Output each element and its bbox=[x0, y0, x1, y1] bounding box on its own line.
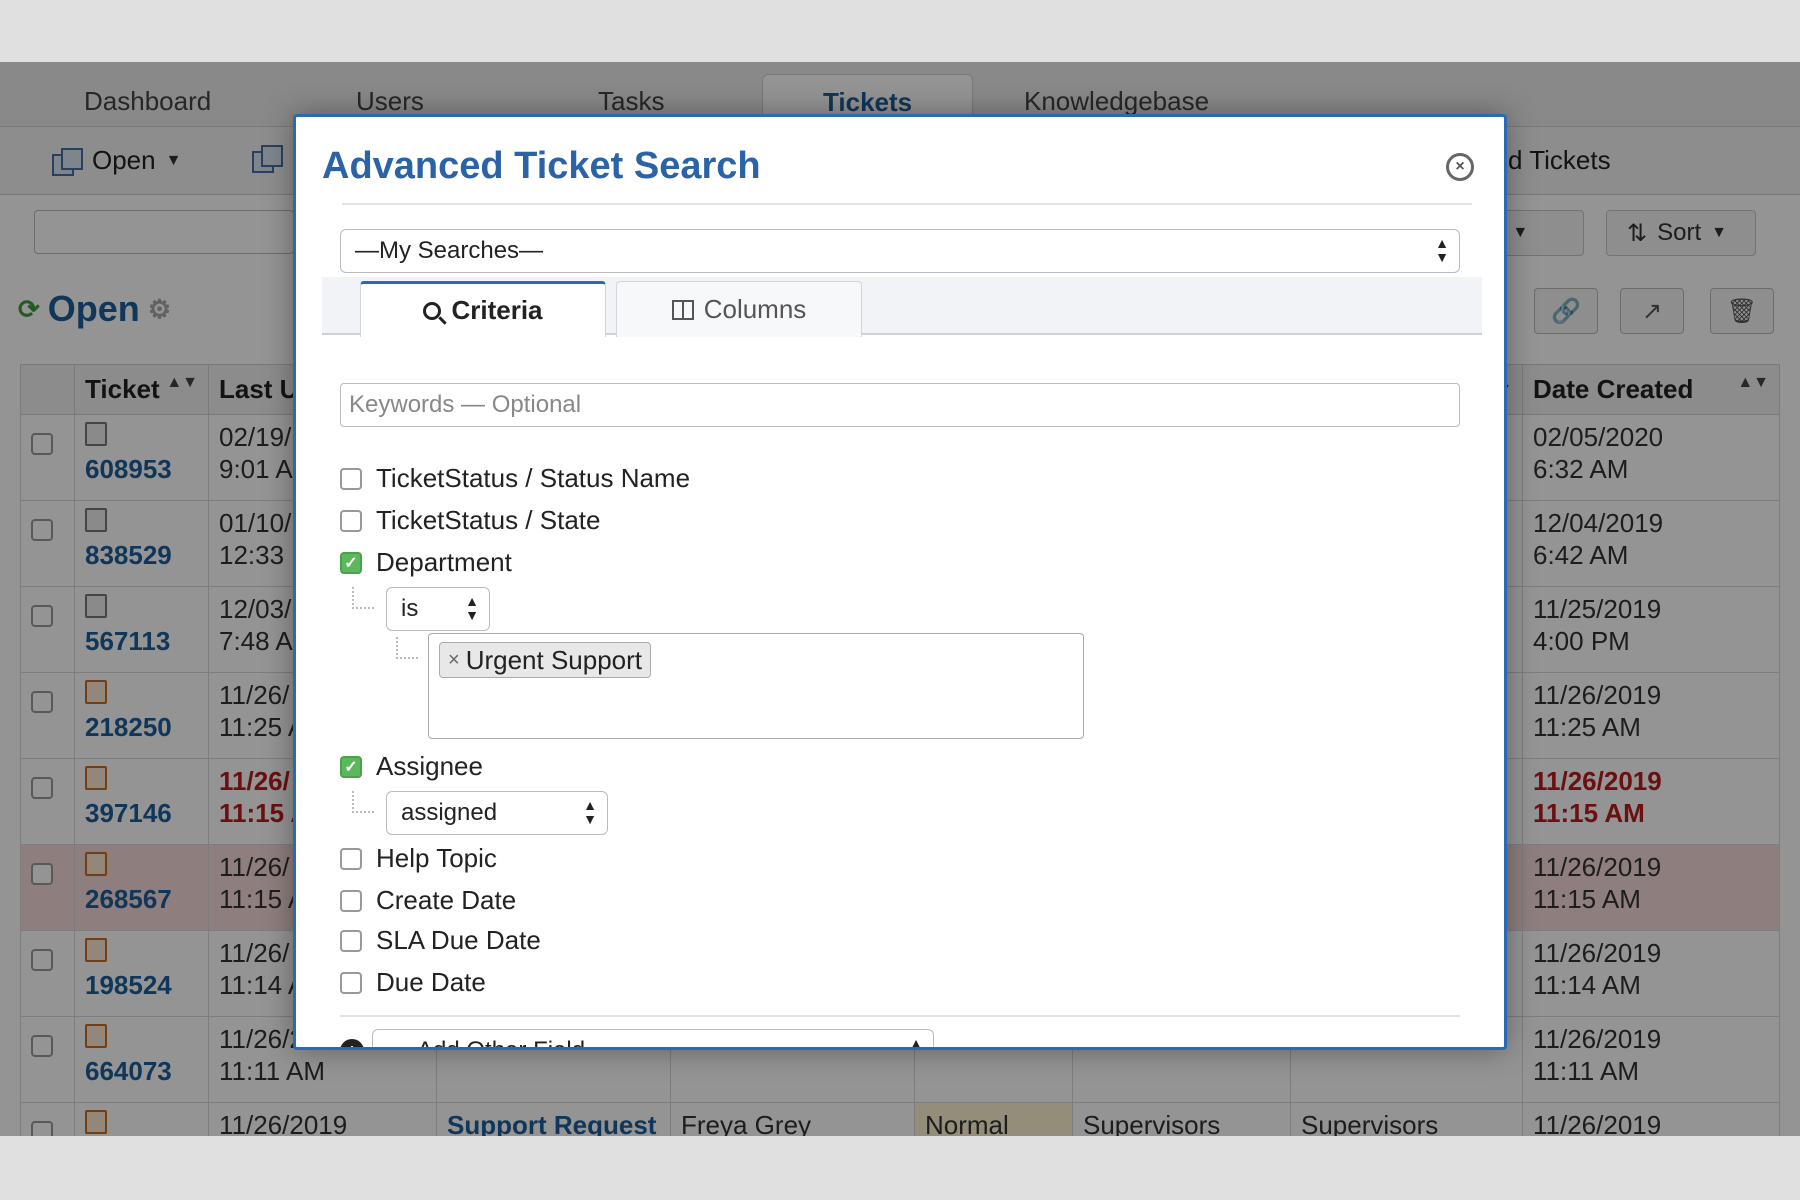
criteria-checkbox[interactable] bbox=[340, 509, 362, 532]
criteria-sla-due-date[interactable]: SLA Due Date bbox=[340, 925, 541, 956]
criteria-department[interactable]: ✓ Department bbox=[340, 547, 512, 578]
criteria-checkbox[interactable] bbox=[340, 889, 362, 912]
advanced-search-dialog: Advanced Ticket Search × —My Searches— ▲… bbox=[293, 114, 1507, 1050]
tab-columns[interactable]: Columns bbox=[616, 281, 862, 337]
selected-tag: × Urgent Support bbox=[439, 642, 652, 678]
criteria-assignee[interactable]: ✓ Assignee bbox=[340, 751, 483, 782]
criteria-checkbox[interactable] bbox=[340, 467, 362, 490]
divider bbox=[340, 1015, 1460, 1017]
criteria-checkbox[interactable]: ✓ bbox=[340, 551, 362, 574]
criteria-label: TicketStatus / State bbox=[376, 505, 601, 535]
department-operator-select[interactable]: is ▲ ▼ bbox=[386, 587, 490, 631]
columns-icon bbox=[671, 299, 694, 320]
app-stage: Dashboard Users Tasks Tickets Knowledgeb… bbox=[0, 62, 1800, 1136]
criteria-checkbox[interactable] bbox=[340, 929, 362, 952]
keywords-input[interactable] bbox=[340, 383, 1460, 427]
tree-connector bbox=[352, 587, 374, 609]
my-searches-select[interactable]: —My Searches— ▲ ▼ bbox=[340, 229, 1460, 273]
criteria-label: Department bbox=[376, 547, 512, 577]
dialog-title: Advanced Ticket Search bbox=[322, 145, 761, 187]
criteria-checkbox[interactable] bbox=[340, 847, 362, 870]
tab-criteria[interactable]: Criteria bbox=[360, 281, 606, 337]
criteria-create-date[interactable]: Create Date bbox=[340, 885, 516, 916]
tag-label: Urgent Support bbox=[465, 644, 643, 675]
criteria-help-topic[interactable]: Help Topic bbox=[340, 843, 497, 874]
search-icon bbox=[423, 301, 442, 320]
select-arrows-icon: ▲▼ bbox=[465, 593, 479, 623]
criteria-status-state[interactable]: TicketStatus / State bbox=[340, 505, 600, 536]
department-operator-value: is bbox=[401, 595, 419, 622]
department-value-box[interactable]: × Urgent Support bbox=[428, 633, 1084, 739]
criteria-label: SLA Due Date bbox=[376, 925, 541, 955]
select-arrows-icon: ▲▼ bbox=[909, 1035, 923, 1050]
select-arrows-icon: ▲▼ bbox=[583, 797, 597, 827]
criteria-label: Assignee bbox=[376, 751, 483, 781]
tree-connector bbox=[352, 791, 374, 813]
criteria-label: Help Topic bbox=[376, 843, 497, 873]
tab-columns-label: Columns bbox=[703, 294, 807, 324]
add-other-field-select[interactable]: Add Other Field ▲▼ bbox=[372, 1029, 934, 1050]
criteria-label: Due Date bbox=[376, 967, 486, 997]
my-searches-value: —My Searches— bbox=[355, 237, 544, 264]
close-icon[interactable]: × bbox=[1446, 153, 1474, 181]
dialog-tabs: Criteria Columns bbox=[322, 277, 1482, 337]
plus-icon: + bbox=[340, 1039, 364, 1047]
add-other-field-label: Add Other Field bbox=[387, 1037, 585, 1047]
assignee-operator-value: assigned bbox=[401, 799, 498, 826]
tree-connector bbox=[396, 637, 418, 659]
criteria-status-name[interactable]: TicketStatus / Status Name bbox=[340, 463, 690, 494]
select-arrows-icon: ▲▼ bbox=[1435, 235, 1449, 265]
criteria-label: Create Date bbox=[376, 885, 517, 915]
divider bbox=[342, 203, 1472, 205]
criteria-checkbox[interactable] bbox=[340, 971, 362, 994]
criteria-due-date[interactable]: Due Date bbox=[340, 967, 486, 998]
criteria-checkbox[interactable]: ✓ bbox=[340, 755, 362, 778]
criteria-label: TicketStatus / Status Name bbox=[376, 463, 691, 493]
assignee-operator-select[interactable]: assigned ▲ ▼ bbox=[386, 791, 608, 835]
tab-criteria-label: Criteria bbox=[451, 295, 543, 325]
remove-tag-icon[interactable]: × bbox=[448, 649, 460, 672]
